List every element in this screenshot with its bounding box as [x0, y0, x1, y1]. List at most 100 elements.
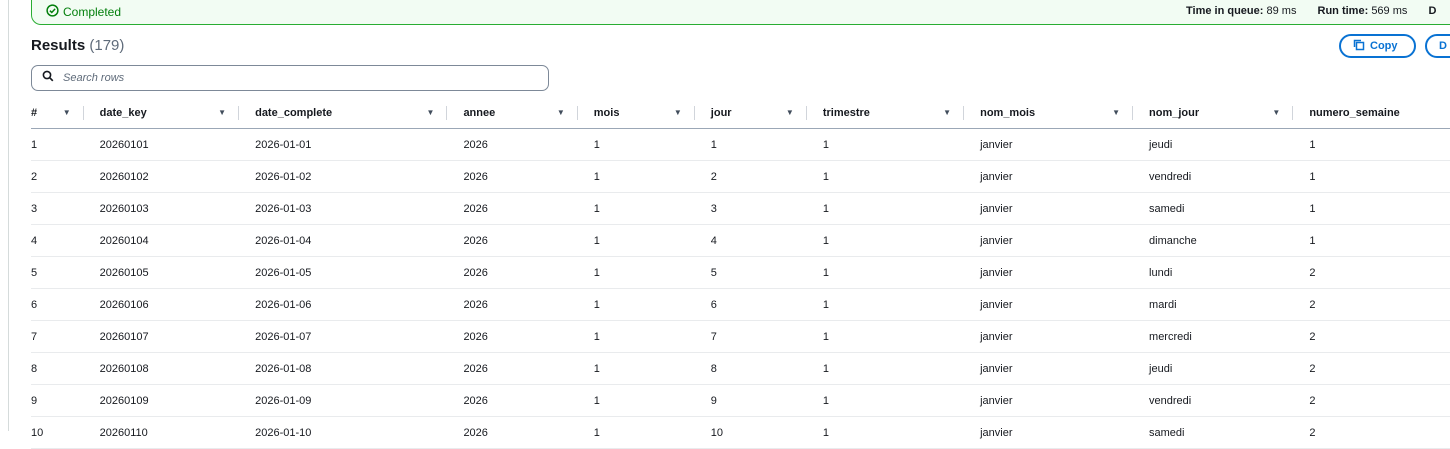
table-cell-nom_jour: dimanche [1133, 224, 1294, 257]
table-cell-mois: 1 [577, 128, 695, 161]
table-cell-numero_semaine: 1 [1293, 192, 1450, 225]
column-header-label: # [31, 106, 38, 119]
table-row[interactable]: 10 20260110 2026-01-10 2026 1 10 1 janvier samed… [31, 416, 1450, 449]
table-cell-date_complete: 2026-01-02 [239, 160, 448, 193]
table-row[interactable]: 7 20260107 2026-01-07 2026 1 7 1 janvier mercred… [31, 320, 1450, 353]
table-cell-annee: 2026 [447, 352, 578, 385]
table-cell-num: 2 [31, 160, 84, 193]
table-cell-trimestre: 1 [806, 352, 965, 385]
table-cell-nom_jour: mercredi [1133, 320, 1294, 353]
table-cell-numero_semaine: 1 [1293, 224, 1450, 257]
column-header-nom_mois[interactable]: nom_mois ▼ [964, 97, 1134, 129]
caret-down-icon[interactable]: ▼ [1112, 108, 1120, 117]
column-header-num[interactable]: # ▼ [31, 97, 84, 129]
table-cell-jour: 2 [694, 160, 807, 193]
time-in-queue-label: Time in queue: [1186, 5, 1264, 17]
table-cell-numero_semaine: 1 [1293, 128, 1450, 161]
table-cell-trimestre: 1 [806, 128, 965, 161]
caret-down-icon[interactable]: ▼ [218, 108, 226, 117]
table-cell-annee: 2026 [447, 224, 578, 257]
table-cell-nom_mois: janvier [964, 320, 1134, 353]
table-cell-date_key: 20260102 [83, 160, 240, 193]
table-cell-trimestre: 1 [806, 160, 965, 193]
status-truncated-label: D [1428, 5, 1437, 17]
table-row[interactable]: 8 20260108 2026-01-08 2026 1 8 1 janvier jeudi 2 [31, 352, 1450, 385]
run-time-label: Run time: [1317, 5, 1369, 17]
table-cell-mois: 1 [577, 192, 695, 225]
table-cell-num: 10 [31, 416, 84, 449]
caret-down-icon[interactable]: ▼ [1272, 108, 1280, 117]
table-cell-jour: 6 [694, 288, 807, 321]
table-cell-date_key: 20260108 [83, 352, 240, 385]
table-cell-nom_jour: samedi [1133, 192, 1294, 225]
results-title: Results (179) [31, 37, 124, 54]
table-cell-date_key: 20260107 [83, 320, 240, 353]
table-cell-date_key: 20260106 [83, 288, 240, 321]
table-row[interactable]: 6 20260106 2026-01-06 2026 1 6 1 janvier mardi 2 [31, 288, 1450, 321]
table-cell-annee: 2026 [447, 160, 578, 193]
caret-down-icon[interactable]: ▼ [557, 108, 565, 117]
column-header-trimestre[interactable]: trimestre ▼ [806, 97, 965, 129]
table-cell-trimestre: 1 [806, 256, 965, 289]
column-header-numero_semaine[interactable]: numero_semaine [1293, 97, 1450, 129]
caret-down-icon[interactable]: ▼ [63, 108, 71, 117]
query-status-bar: Completed Time in queue: 89 ms Run time:… [31, 0, 1450, 25]
search-input[interactable] [61, 71, 525, 85]
download-button[interactable]: D [1425, 34, 1450, 58]
table-cell-date_complete: 2026-01-05 [239, 256, 448, 289]
column-header-label: nom_jour [1149, 106, 1200, 119]
table-cell-num: 9 [31, 384, 84, 417]
table-cell-jour: 4 [694, 224, 807, 257]
column-header-annee[interactable]: annee ▼ [447, 97, 578, 129]
column-header-label: trimestre [822, 106, 870, 119]
caret-down-icon[interactable]: ▼ [786, 108, 794, 117]
table-cell-numero_semaine: 2 [1293, 256, 1450, 289]
table-cell-nom_jour: mardi [1133, 288, 1294, 321]
table-row[interactable]: 3 20260103 2026-01-03 2026 1 3 1 janvier samedi 1 [31, 192, 1450, 225]
table-cell-trimestre: 1 [806, 320, 965, 353]
column-header-label: numero_semaine [1309, 106, 1400, 119]
download-button-label: D [1439, 40, 1447, 52]
table-cell-mois: 1 [577, 416, 695, 449]
table-cell-num: 3 [31, 192, 84, 225]
results-title-text: Results [31, 37, 86, 54]
table-cell-mois: 1 [577, 160, 695, 193]
status-label: Completed [63, 5, 122, 19]
column-header-date_complete[interactable]: date_complete ▼ [239, 97, 448, 129]
copy-button-label: Copy [1370, 40, 1398, 52]
table-cell-date_key: 20260101 [83, 128, 240, 161]
column-header-nom_jour[interactable]: nom_jour ▼ [1133, 97, 1294, 129]
caret-down-icon[interactable]: ▼ [674, 108, 682, 117]
table-cell-nom_jour: samedi [1133, 416, 1294, 449]
copy-button[interactable]: Copy [1339, 34, 1416, 58]
caret-down-icon[interactable]: ▼ [943, 108, 951, 117]
table-cell-annee: 2026 [447, 128, 578, 161]
table-cell-nom_mois: janvier [964, 416, 1134, 449]
results-count: (179) [89, 37, 125, 54]
search-rows-box[interactable] [31, 65, 549, 91]
table-cell-num: 7 [31, 320, 84, 353]
column-header-label: jour [710, 106, 732, 119]
table-cell-jour: 3 [694, 192, 807, 225]
table-cell-nom_jour: jeudi [1133, 128, 1294, 161]
table-cell-nom_mois: janvier [964, 256, 1134, 289]
table-cell-date_complete: 2026-01-10 [239, 416, 448, 449]
table-cell-annee: 2026 [447, 256, 578, 289]
table-row[interactable]: 9 20260109 2026-01-09 2026 1 9 1 janvier vendred… [31, 384, 1450, 417]
column-header-mois[interactable]: mois ▼ [577, 97, 695, 129]
table-cell-jour: 5 [694, 256, 807, 289]
table-header-row: # ▼ date_key ▼ date_complete ▼ annee ▼ mois ▼ jour… [31, 97, 1450, 129]
table-cell-nom_mois: janvier [964, 224, 1134, 257]
table-row[interactable]: 4 20260104 2026-01-04 2026 1 4 1 janvier dimanch… [31, 224, 1450, 257]
table-cell-jour: 9 [694, 384, 807, 417]
caret-down-icon[interactable]: ▼ [427, 108, 435, 117]
column-header-jour[interactable]: jour ▼ [694, 97, 807, 129]
table-row[interactable]: 5 20260105 2026-01-05 2026 1 5 1 janvier lundi 2 [31, 256, 1450, 289]
table-cell-annee: 2026 [447, 288, 578, 321]
table-cell-numero_semaine: 2 [1293, 416, 1450, 449]
table-row[interactable]: 1 20260101 2026-01-01 2026 1 1 1 janvier jeudi 1 [31, 128, 1450, 161]
table-cell-date_key: 20260104 [83, 224, 240, 257]
column-header-date_key[interactable]: date_key ▼ [83, 97, 240, 129]
table-row[interactable]: 2 20260102 2026-01-02 2026 1 2 1 janvier vendred… [31, 160, 1450, 193]
table-cell-numero_semaine: 2 [1293, 352, 1450, 385]
